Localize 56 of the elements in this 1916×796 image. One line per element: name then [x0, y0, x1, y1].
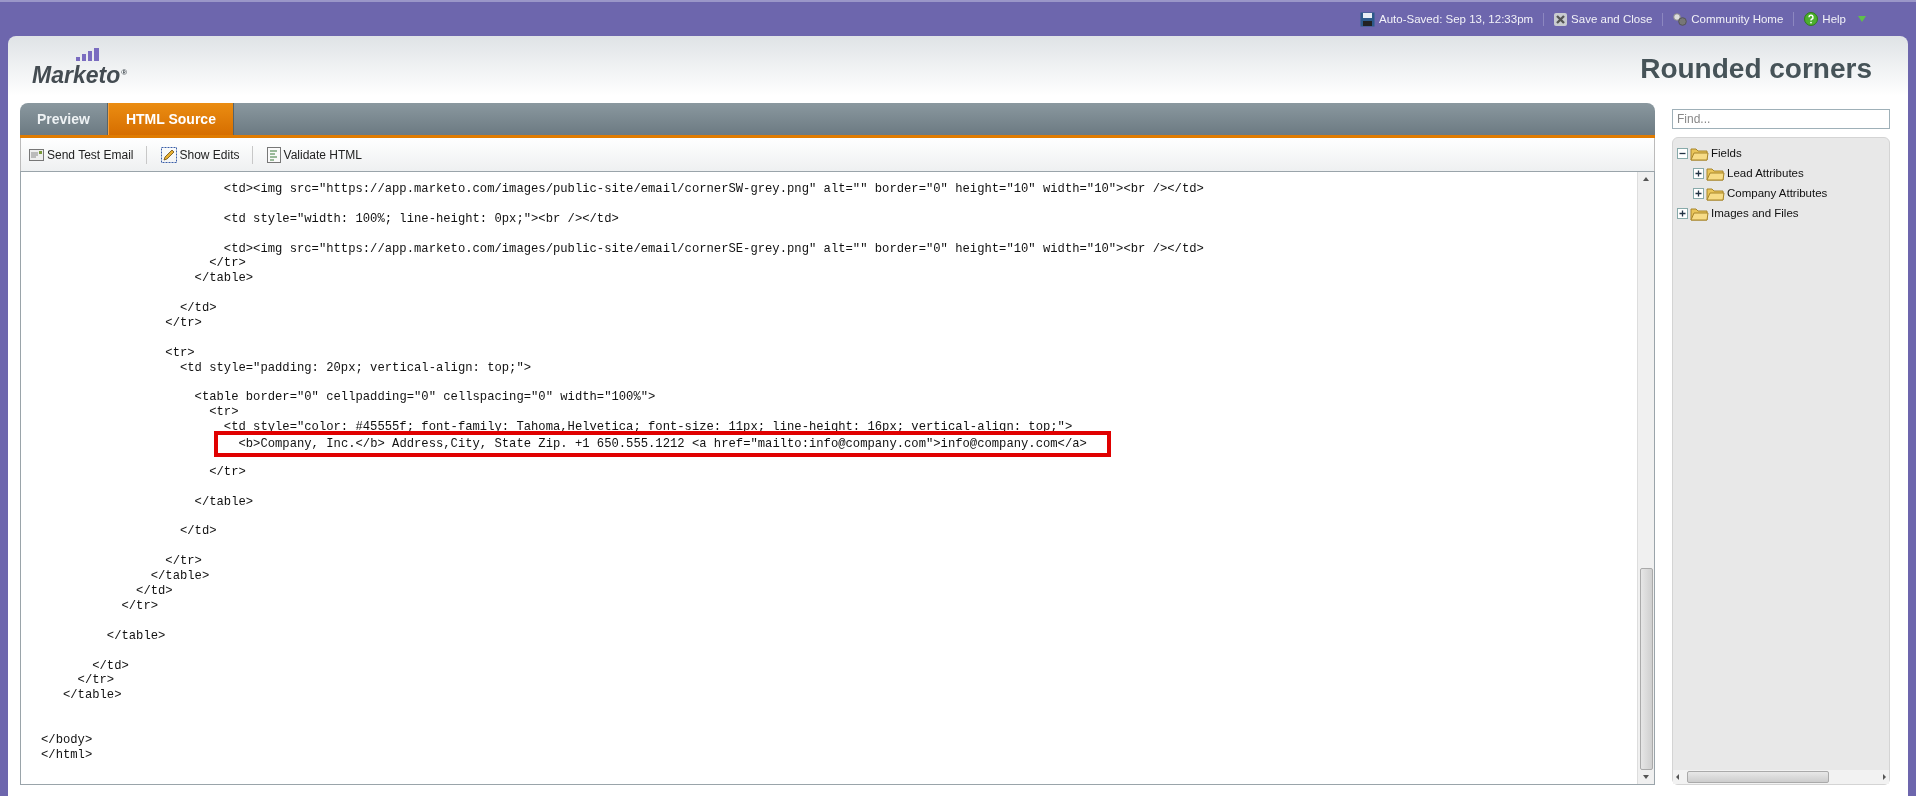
collapse-icon[interactable] [1677, 147, 1688, 159]
code-line: </table> [194, 494, 254, 510]
envelope-icon [29, 148, 44, 161]
code-line: </tr> [209, 256, 246, 272]
code-line: <td><img src="https://app.marketo.com/images/public-site/email/cornerSW-grey.png" alt="" border="0" height="10" width="10"><br /></td> [223, 182, 1204, 197]
folder-icon [1706, 185, 1725, 201]
code-line: </tr> [77, 673, 115, 689]
top-bar-link[interactable]: Save and Close [1571, 13, 1653, 25]
tree-item[interactable]: Company Attributes [1727, 187, 1828, 199]
close-icon [1554, 12, 1568, 26]
tree-item[interactable]: Fields [1711, 147, 1742, 159]
page-title: Rounded corners [1640, 53, 1872, 85]
toolbar-button[interactable]: Show Edits [158, 146, 252, 163]
code-line: </td> [92, 658, 129, 674]
code-line: </table> [150, 569, 210, 585]
registered-mark: ® [121, 68, 128, 77]
code-line: </tr> [209, 464, 246, 480]
folder-icon [1706, 165, 1725, 181]
code-line: <td style="padding: 20px; vertical-align: top;"> [179, 360, 532, 376]
vertical-scrollbar[interactable] [1637, 172, 1654, 784]
tree-item[interactable]: Lead Attributes [1727, 167, 1804, 179]
folder-icon [1690, 145, 1709, 161]
code-line: </table> [106, 628, 166, 644]
question-marks-icon [1673, 12, 1688, 26]
code-line: <td><img src="https://app.marketo.com/images/public-site/email/cornerSE-grey.png" alt="" border="0" height="10" width="10"><br /></td> [223, 241, 1204, 257]
code-line: </td> [179, 301, 217, 317]
code-line: </table> [62, 688, 122, 704]
top-bar-link[interactable]: Community Home [1691, 13, 1784, 25]
autosave-status: Auto-Saved: Sep 13, 12:33pm [1379, 13, 1534, 25]
help-icon [1804, 12, 1819, 26]
toolbar-button[interactable]: Send Test Email [27, 147, 146, 162]
code-line: </td> [179, 524, 217, 540]
code-line: </tr> [165, 554, 202, 570]
code-line: </tr> [121, 598, 159, 614]
find-field[interactable]: Find... [1672, 109, 1890, 129]
code-line: <table border="0" cellpadding="0" cellspacing="0" width="100%"> [194, 390, 656, 406]
toolbar-button[interactable]: Validate HTML [264, 146, 374, 163]
expand-icon[interactable] [1693, 187, 1704, 199]
bars-icon [76, 48, 102, 62]
horizontal-scrollbar[interactable] [1673, 770, 1889, 784]
top-bar-link[interactable]: Help [1822, 13, 1846, 25]
code-line: </html> [41, 747, 93, 763]
code-line: </table> [194, 271, 254, 287]
pencil-icon [160, 146, 177, 163]
code-line: </body> [41, 732, 93, 748]
code-line: </tr> [165, 316, 202, 331]
code-line: <tr> [165, 345, 195, 361]
code-line: </td> [136, 584, 173, 599]
expand-icon[interactable] [1693, 167, 1704, 179]
code-line: <td style="width: 100%; line-height: 0px;"><br /></td> [223, 211, 619, 227]
code-line: <tr> [209, 405, 239, 421]
document-list-icon [266, 146, 281, 163]
tree-item[interactable]: Images and Files [1711, 207, 1799, 219]
expand-icon[interactable] [1677, 207, 1688, 219]
logo-text: Marketo [32, 62, 121, 89]
folder-icon [1690, 205, 1709, 221]
